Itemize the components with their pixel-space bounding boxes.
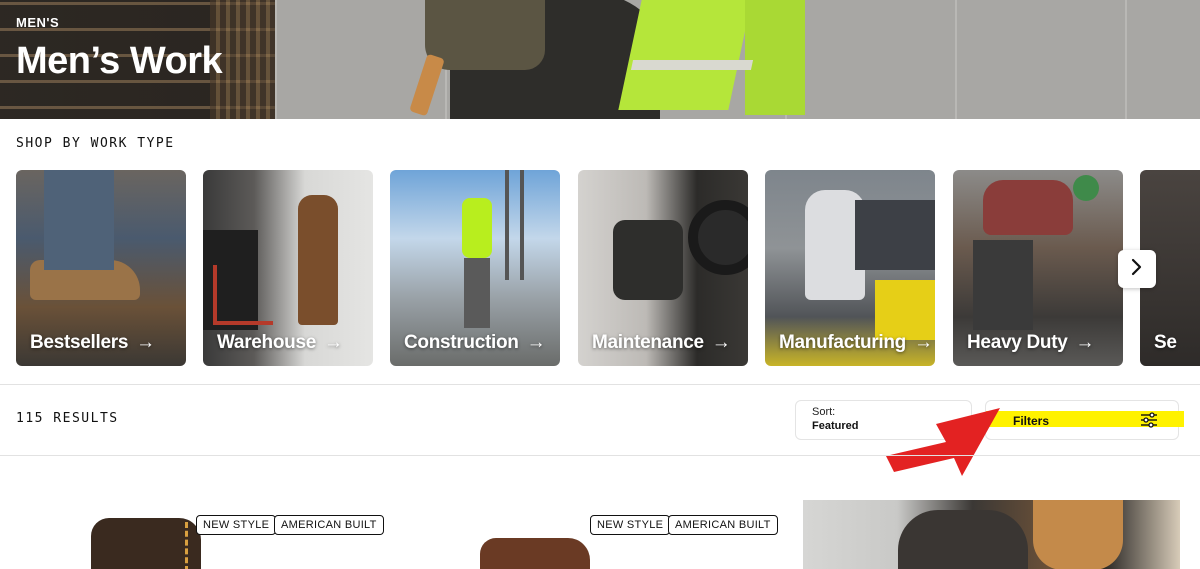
badge-new-style: NEW STYLE (196, 515, 277, 535)
boot-image (480, 538, 590, 569)
work-type-label: Se (1154, 332, 1177, 353)
work-type-label: Maintenance → (592, 332, 731, 353)
chain-image (520, 170, 524, 280)
sliders-icon (1140, 412, 1158, 428)
work-type-label: Manufacturing → (779, 332, 933, 353)
hero-vest-image (618, 0, 752, 110)
carousel-next-button[interactable] (1118, 250, 1156, 288)
badge-new-style: NEW STYLE (590, 515, 671, 535)
hero-reflective-stripe (630, 60, 754, 70)
hand-truck-image (213, 265, 273, 325)
machine-image (875, 280, 935, 340)
work-type-carousel: Bestsellers → Warehouse → Construction → Ma… (0, 170, 1200, 366)
divider (0, 384, 1200, 385)
worker-shirt-image (983, 180, 1073, 235)
chain-image (505, 170, 509, 280)
annotation-arrow (886, 408, 1000, 476)
hero-category: MEN'S (16, 15, 60, 30)
work-type-label: Heavy Duty → (967, 332, 1095, 353)
work-type-card-bestsellers[interactable]: Bestsellers → (16, 170, 186, 366)
arrow-right-icon: → (711, 332, 731, 353)
mechanic-image (613, 220, 683, 300)
page-title: Men’s Work (16, 40, 223, 82)
promo-image[interactable] (803, 500, 1180, 569)
hero-vest-sleeve-image (745, 0, 805, 115)
shop-by-heading: SHOP BY WORK TYPE (16, 136, 175, 151)
work-type-label: Construction → (404, 332, 546, 353)
badge-american-built: AMERICAN BUILT (274, 515, 384, 535)
work-type-label: Bestsellers → (30, 332, 155, 353)
hero-banner: MEN'S Men’s Work (0, 0, 1200, 119)
arrow-right-icon: → (914, 332, 933, 353)
work-type-label: Warehouse → (217, 332, 343, 353)
machine-dark-image (855, 200, 935, 270)
glove-image (1033, 500, 1123, 569)
divider (0, 455, 1200, 456)
jeans-image (44, 170, 114, 270)
worker-legs-image (464, 258, 490, 328)
results-count: 115 RESULTS (16, 411, 119, 426)
worker-image (898, 510, 1028, 569)
arrow-right-icon: → (1075, 332, 1095, 353)
chevron-right-icon (1130, 256, 1144, 282)
tire-image (688, 200, 748, 275)
work-type-card-construction[interactable]: Construction → (390, 170, 560, 366)
boot-laces-image (176, 522, 188, 569)
work-type-card-heavy-duty[interactable]: Heavy Duty → (953, 170, 1123, 366)
worker-vest-image (462, 198, 492, 258)
work-type-card-maintenance[interactable]: Maintenance → (578, 170, 748, 366)
arrow-right-icon: → (526, 332, 546, 353)
worker-legs-image (973, 240, 1033, 330)
hardhat-image (1073, 175, 1099, 201)
work-type-card-manufacturing[interactable]: Manufacturing → (765, 170, 935, 366)
arrow-right-icon: → (136, 332, 155, 353)
worker-image (298, 195, 338, 325)
work-type-card-warehouse[interactable]: Warehouse → (203, 170, 373, 366)
arrow-right-icon: → (324, 332, 343, 353)
badge-american-built: AMERICAN BUILT (668, 515, 778, 535)
